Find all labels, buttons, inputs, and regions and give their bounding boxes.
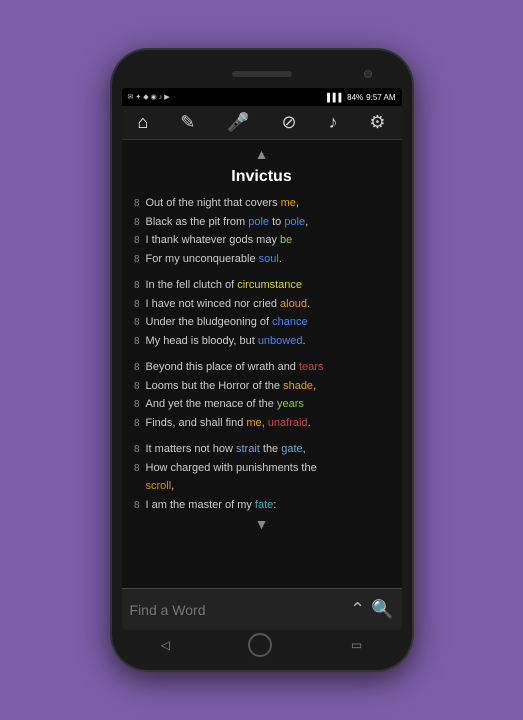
poem-line: 8 For my unconquerable soul. bbox=[122, 250, 402, 269]
nfc-icon: ◉ bbox=[151, 93, 157, 101]
scroll-up[interactable]: ▲ bbox=[122, 144, 402, 164]
line-text: And yet the menace of the years bbox=[146, 396, 394, 413]
home-button[interactable] bbox=[248, 633, 272, 657]
line-text: I am the master of my fate: bbox=[146, 497, 394, 514]
status-time: 9:57 AM bbox=[366, 93, 395, 102]
poem-title: Invictus bbox=[122, 164, 402, 194]
search-icon[interactable]: 🔍 bbox=[371, 599, 393, 620]
poem-line: 8 It matters not how strait the gate, bbox=[122, 440, 402, 459]
line-number: 8 bbox=[126, 362, 140, 373]
poem-line: 8 Beyond this place of wrath and tears bbox=[122, 358, 402, 377]
data-icon: ▶ bbox=[164, 93, 169, 101]
image-icon[interactable]: ⊘ bbox=[282, 112, 297, 133]
back-button[interactable]: ◁ bbox=[161, 638, 170, 652]
status-right: ▌▌▌ 84% 9:57 AM bbox=[327, 93, 395, 102]
line-number: 8 bbox=[126, 336, 140, 347]
chevron-up-icon[interactable]: ⌃ bbox=[350, 599, 365, 620]
line-number: 8 bbox=[126, 254, 140, 265]
recent-button[interactable]: ▭ bbox=[351, 638, 362, 652]
home-icon[interactable]: ⌂ bbox=[137, 112, 148, 133]
stanza-break bbox=[122, 350, 402, 358]
poem-line: 8 Looms but the Horror of the shade, bbox=[122, 377, 402, 396]
sound-icon: ♪ bbox=[159, 94, 163, 101]
line-number: 8 bbox=[126, 317, 140, 328]
find-bar: ⌃ 🔍 bbox=[122, 588, 402, 630]
poem-line: 8 In the fell clutch of circumstance bbox=[122, 276, 402, 295]
poem-line: 8 Finds, and shall find me, unafraid. bbox=[122, 414, 402, 433]
status-bar: ✉ ✦ ◆ ◉ ♪ ▶ ▌▌▌ 84% 9:57 AM bbox=[122, 88, 402, 106]
line-text: I thank whatever gods may be bbox=[146, 232, 394, 249]
line-text: Finds, and shall find me, unafraid. bbox=[146, 415, 394, 432]
phone-screen: ✉ ✦ ◆ ◉ ♪ ▶ ▌▌▌ 84% 9:57 AM ⌂ ✎ 🎤 ⊘ ♪ ⚙ bbox=[122, 88, 402, 630]
line-number: 8 bbox=[126, 235, 140, 246]
stanza-break bbox=[122, 268, 402, 276]
msg-icon: ✉ bbox=[128, 93, 134, 101]
scroll-down-arrow[interactable]: ▼ bbox=[255, 516, 269, 532]
line-text: My head is bloody, but unbowed. bbox=[146, 333, 394, 350]
signal-icon: ▌▌▌ bbox=[327, 93, 344, 102]
line-text: Under the bludgeoning of chance bbox=[146, 314, 394, 331]
mic-icon[interactable]: 🎤 bbox=[227, 112, 249, 133]
content-area: ▲ Invictus 8 Out of the night that cover… bbox=[122, 140, 402, 588]
phone-camera bbox=[364, 70, 372, 78]
phone-device: ✉ ✦ ◆ ◉ ♪ ▶ ▌▌▌ 84% 9:57 AM ⌂ ✎ 🎤 ⊘ ♪ ⚙ bbox=[112, 50, 412, 670]
line-number: 8 bbox=[126, 299, 140, 310]
wifi-icon: ✦ bbox=[135, 93, 141, 101]
find-input[interactable] bbox=[130, 602, 344, 618]
toolbar: ⌂ ✎ 🎤 ⊘ ♪ ⚙ bbox=[122, 106, 402, 140]
poem-line: 8 Black as the pit from pole to pole, bbox=[122, 213, 402, 232]
line-text: In the fell clutch of circumstance bbox=[146, 277, 394, 294]
poem-line: 8 I have not winced nor cried aloud. bbox=[122, 295, 402, 314]
poem-line: 8 I thank whatever gods may be bbox=[122, 231, 402, 250]
line-number: 8 bbox=[126, 500, 140, 511]
line-number: 8 bbox=[126, 418, 140, 429]
stanza-break bbox=[122, 432, 402, 440]
line-text: How charged with punishments the bbox=[146, 460, 394, 477]
settings-icon[interactable]: ⚙ bbox=[369, 112, 385, 133]
phone-bottom-nav: ◁ ▭ bbox=[122, 630, 402, 660]
line-text: I have not winced nor cried aloud. bbox=[146, 296, 394, 313]
status-icons: ✉ ✦ ◆ ◉ ♪ ▶ bbox=[128, 93, 170, 101]
poem-line: 8 How charged with punishments the bbox=[122, 459, 402, 478]
line-number: 8 bbox=[126, 217, 140, 228]
poem-line: 8 I am the master of my fate: bbox=[122, 496, 402, 515]
line-text: Looms but the Horror of the shade, bbox=[146, 378, 394, 395]
line-text: scroll, bbox=[146, 478, 394, 495]
poem-line: 8 Under the bludgeoning of chance bbox=[122, 313, 402, 332]
line-number: 8 bbox=[126, 381, 140, 392]
line-number: 8 bbox=[126, 280, 140, 291]
line-number: 8 bbox=[126, 399, 140, 410]
line-text: Black as the pit from pole to pole, bbox=[146, 214, 394, 231]
edit-icon[interactable]: ✎ bbox=[180, 112, 195, 133]
line-number: 8 bbox=[126, 444, 140, 455]
phone-speaker bbox=[232, 71, 292, 77]
line-number: 8 bbox=[126, 198, 140, 209]
line-text: For my unconquerable soul. bbox=[146, 251, 394, 268]
poem-line: 8 My head is bloody, but unbowed. bbox=[122, 332, 402, 351]
phone-top bbox=[122, 60, 402, 88]
line-text: Beyond this place of wrath and tears bbox=[146, 359, 394, 376]
music-icon[interactable]: ♪ bbox=[328, 112, 337, 133]
scroll-down[interactable]: ▼ bbox=[122, 514, 402, 534]
poem-line: 8 Out of the night that covers me, bbox=[122, 194, 402, 213]
line-text: It matters not how strait the gate, bbox=[146, 441, 394, 458]
scroll-up-arrow[interactable]: ▲ bbox=[255, 146, 269, 162]
poem-line: 8 And yet the menace of the years bbox=[122, 395, 402, 414]
line-text: Out of the night that covers me, bbox=[146, 195, 394, 212]
bt-icon: ◆ bbox=[143, 93, 148, 101]
poem-line: scroll, bbox=[122, 477, 402, 496]
line-number: 8 bbox=[126, 463, 140, 474]
battery-level: 84% bbox=[347, 93, 363, 102]
